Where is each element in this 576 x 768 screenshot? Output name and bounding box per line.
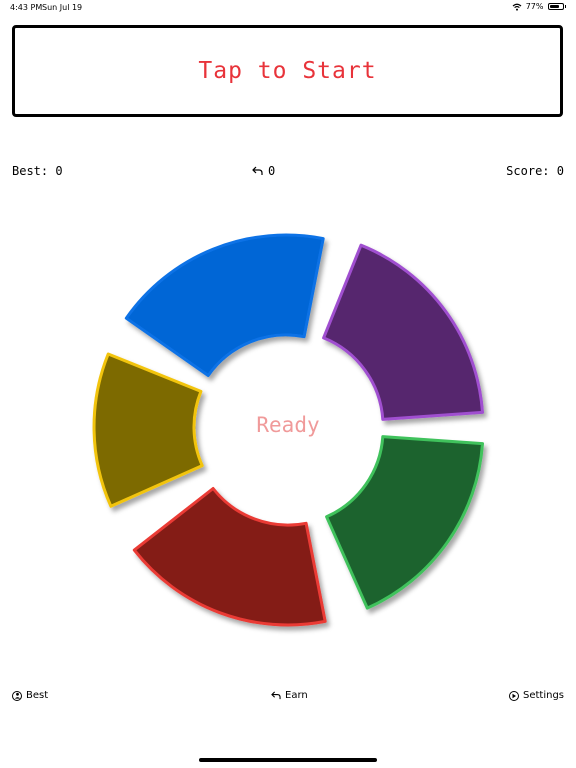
play-icon	[508, 690, 519, 701]
best-button-label: Best	[26, 690, 49, 701]
earn-button[interactable]: Earn	[271, 690, 308, 701]
undo-icon	[271, 691, 281, 700]
settings-button[interactable]: Settings	[508, 690, 564, 701]
segment-blue[interactable]	[124, 233, 325, 377]
person-icon	[12, 690, 22, 701]
color-wheel: Ready	[92, 233, 484, 627]
settings-button-label: Settings	[522, 690, 564, 701]
best-button[interactable]: Best	[12, 690, 48, 701]
earn-button-label: Earn	[285, 690, 308, 701]
bottom-bar: Best Earn Settings	[0, 690, 576, 706]
segment-yellow[interactable]	[92, 352, 204, 508]
segment-red[interactable]	[132, 487, 327, 627]
segment-green[interactable]	[325, 435, 484, 610]
segment-purple[interactable]	[322, 243, 484, 421]
ready-status-text: Ready	[256, 413, 319, 437]
home-indicator	[199, 758, 377, 762]
